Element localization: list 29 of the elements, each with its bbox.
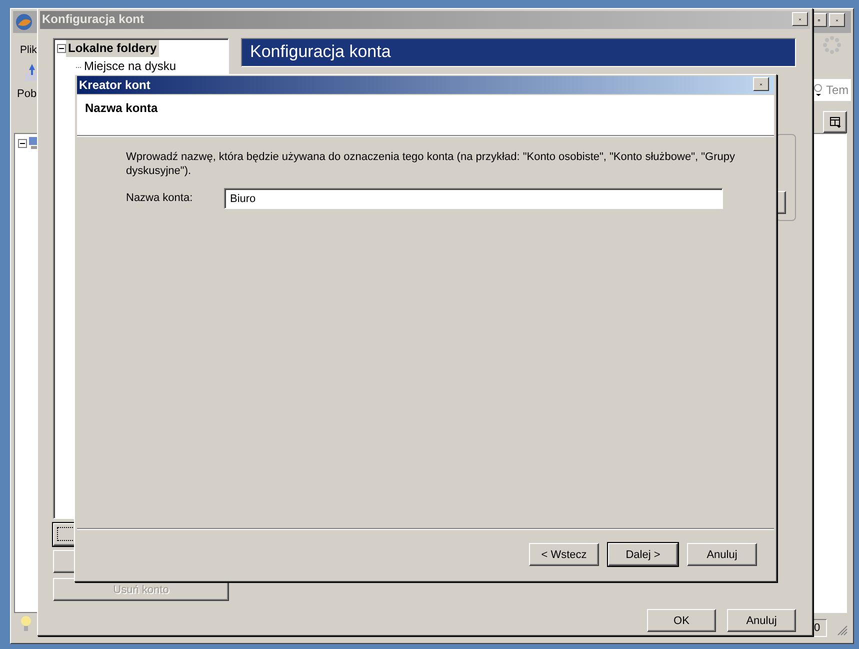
page-title: Nazwa konta xyxy=(85,101,158,115)
resize-grip-icon xyxy=(837,625,848,636)
wizard-button[interactable]: < Wstecz xyxy=(529,543,599,566)
search-placeholder: Tem xyxy=(826,83,849,97)
tree-line-icon xyxy=(76,67,82,68)
columns-button[interactable] xyxy=(823,111,847,133)
field-label: Nazwa konta: xyxy=(126,192,193,204)
title-bar: Kreator kont xyxy=(77,76,774,94)
dialog-button[interactable]: Anuluj xyxy=(727,609,796,632)
dialog-button[interactable]: OK xyxy=(647,609,716,632)
title-bar: Konfiguracja kont xyxy=(40,11,810,29)
menu-item[interactable]: Plik xyxy=(20,44,37,56)
close-button[interactable] xyxy=(792,12,808,26)
close-button[interactable] xyxy=(753,77,769,91)
description-text: Wprowadź nazwę, która będzie używana do oznaczenia tego konta (na przykład: "Konto osobiste", "Konto służbowe", "Grupy dyskusyjne"). xyxy=(126,150,736,178)
search-icon xyxy=(813,84,823,96)
columns-icon xyxy=(830,116,840,128)
tree-item[interactable]: Miejsce na dysku xyxy=(82,58,178,75)
close-button[interactable] xyxy=(829,13,845,27)
wizard-button[interactable]: Dalej > xyxy=(608,543,678,566)
header-bar: Konfiguracja konta xyxy=(241,38,796,67)
collapse-icon xyxy=(18,139,27,148)
account-name-field[interactable]: Biuro xyxy=(224,188,723,209)
toolbar-button[interactable]: Pob xyxy=(17,88,37,100)
activity-icon xyxy=(822,35,842,55)
wizard-button[interactable]: Anuluj xyxy=(687,543,757,566)
tree-item[interactable]: Lokalne foldery xyxy=(66,40,159,57)
lightbulb-icon xyxy=(19,615,33,633)
app-icon xyxy=(15,13,33,31)
